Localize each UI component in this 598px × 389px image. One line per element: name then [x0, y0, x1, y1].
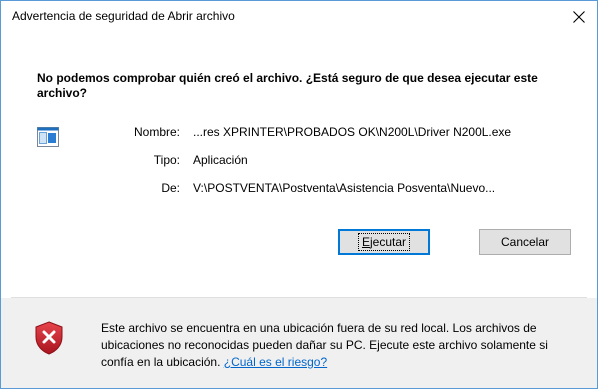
security-shield-icon [35, 321, 63, 355]
title-bar[interactable]: Advertencia de seguridad de Abrir archiv… [1, 1, 597, 33]
security-warning-dialog: Advertencia de seguridad de Abrir archiv… [0, 0, 598, 389]
warning-question: No podemos comprobar quién creó el archi… [37, 71, 538, 100]
type-label: Tipo: [153, 153, 180, 167]
dialog-title: Advertencia de seguridad de Abrir archiv… [12, 9, 235, 23]
name-label: Nombre: [133, 125, 180, 139]
run-mnemonic: E [361, 235, 370, 249]
run-label-rest: jecutar [369, 235, 407, 249]
warning-message: Este archivo se encuentra en una ubicaci… [101, 320, 581, 371]
warning-footer: Este archivo se encuentra en una ubicaci… [1, 298, 597, 388]
name-value: ...res XPRINTER\PROBADOS OK\N200L\Driver… [193, 125, 512, 139]
close-button[interactable] [561, 1, 597, 33]
cancel-button[interactable]: Cancelar [479, 229, 571, 255]
run-button[interactable]: Ejecutar [338, 229, 430, 255]
risk-link[interactable]: ¿Cuál es el riesgo? [224, 355, 327, 369]
type-value: Aplicación [193, 153, 248, 167]
close-icon [573, 11, 585, 23]
from-label: De: [161, 181, 180, 195]
from-value: V:\POSTVENTA\Postventa\Asistencia Posven… [193, 181, 496, 195]
